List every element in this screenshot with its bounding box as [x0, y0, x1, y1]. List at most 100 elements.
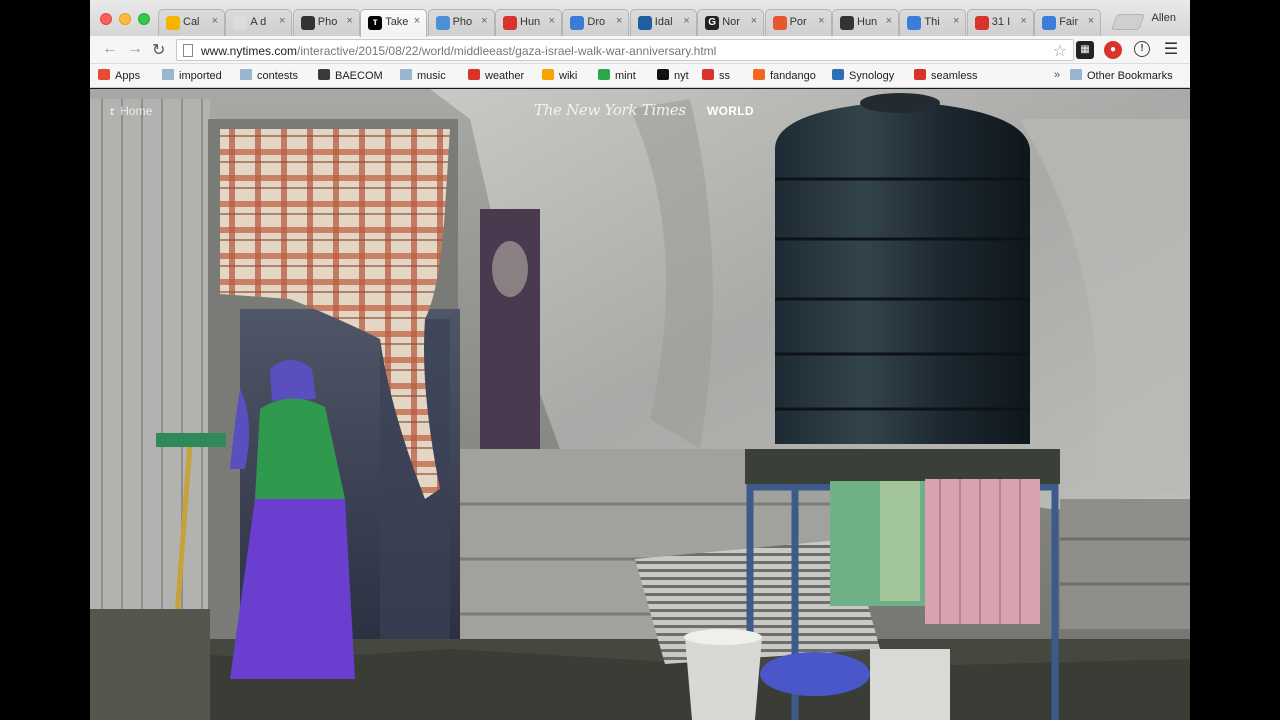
bookmark-apps[interactable]: Apps: [98, 69, 140, 82]
home-link[interactable]: 𝔯 Home: [110, 104, 152, 119]
tab-close-icon[interactable]: ×: [212, 15, 218, 27]
tab-label: Por: [789, 16, 807, 28]
tab-favicon-icon: [166, 16, 180, 30]
tab-close-icon[interactable]: ×: [346, 15, 352, 27]
tab-close-icon[interactable]: ×: [616, 15, 622, 27]
info-icon[interactable]: !: [1134, 41, 1150, 57]
bookmark-wiki[interactable]: wiki: [542, 69, 577, 82]
bookmark-label: nyt: [674, 70, 689, 82]
mint-icon: [598, 69, 610, 80]
tab-label: Pho: [452, 16, 473, 28]
tab-label: 31 I: [991, 16, 1011, 28]
tab[interactable]: Fair ×: [1034, 9, 1102, 36]
bookmark-seamless[interactable]: seamless: [914, 69, 977, 82]
bookmark-label: Apps: [115, 70, 141, 82]
bookmark-ss[interactable]: ss: [702, 69, 730, 82]
tab-favicon-icon: [1042, 16, 1057, 30]
tab-favicon-icon: [300, 16, 315, 30]
tab-close-icon[interactable]: ×: [549, 15, 555, 27]
tab[interactable]: 31 I ×: [966, 9, 1034, 36]
tab-favicon-icon: [233, 16, 248, 30]
tab-favicon-icon: [974, 16, 989, 30]
bookmark-label: Synology: [849, 70, 895, 82]
bookmark-label: weather: [485, 70, 525, 82]
tab-close-icon[interactable]: ×: [886, 15, 892, 27]
close-window-button[interactable]: [100, 13, 112, 25]
tab-favicon-icon: [637, 16, 652, 30]
tab-label: Cal: [183, 16, 200, 28]
bookmark-star-icon[interactable]: ☆: [1053, 41, 1067, 61]
bookmark-mint[interactable]: mint: [598, 69, 636, 82]
tab[interactable]: Pho ×: [292, 9, 360, 36]
bookmark-nyt[interactable]: nyt: [657, 69, 689, 82]
tab-label: Hun: [520, 16, 541, 28]
tab-label: A d: [250, 16, 267, 28]
other-bookmarks[interactable]: Other Bookmarks: [1070, 69, 1173, 82]
section-label[interactable]: WORLD: [707, 104, 754, 118]
tab[interactable]: Idal ×: [629, 9, 697, 36]
tab-close-icon[interactable]: ×: [414, 15, 420, 27]
tab-strip: Cal × A d × Pho × ᴛ Take × Pho × Hun × Dro × Idal × G Nor ×…: [90, 0, 1190, 37]
minimize-window-button[interactable]: [119, 13, 131, 25]
tab[interactable]: Dro ×: [562, 9, 630, 36]
tab-close-icon[interactable]: ×: [683, 15, 689, 27]
tab-close-icon[interactable]: ×: [751, 15, 757, 27]
menu-icon[interactable]: ☰: [1162, 41, 1180, 59]
bookmark-label: BAECOM: [335, 70, 383, 82]
tab[interactable]: Hun ×: [495, 9, 562, 36]
extension-icon[interactable]: ▦: [1076, 41, 1094, 59]
profile-name[interactable]: Allen: [1152, 12, 1176, 24]
tab[interactable]: Thi ×: [899, 9, 967, 36]
tab-favicon-icon: [503, 16, 517, 30]
tab-favicon-icon: [435, 16, 450, 30]
bookmark-weather[interactable]: weather: [468, 69, 524, 82]
tab-label: Take: [385, 16, 409, 28]
url-host: www.nytimes.com: [201, 44, 298, 58]
screen: Cal × A d × Pho × ᴛ Take × Pho × Hun × Dro × Idal × G Nor ×…: [0, 0, 1280, 720]
bookmark-label: ss: [719, 70, 730, 82]
hero-photograph: [90, 89, 1190, 720]
nyt-masthead[interactable]: The New York Times: [534, 101, 686, 119]
tab-close-icon[interactable]: ×: [279, 15, 285, 27]
tab[interactable]: Pho ×: [427, 9, 495, 36]
tab[interactable]: G Nor ×: [697, 9, 765, 36]
tab-close-icon[interactable]: ×: [953, 15, 959, 27]
tab-close-icon[interactable]: ×: [1020, 15, 1026, 27]
tab[interactable]: Hun ×: [832, 9, 899, 36]
fandango-icon: [753, 69, 765, 80]
tab-label: Hun: [857, 16, 878, 28]
address-bar[interactable]: www.nytimes.com/interactive/2015/08/22/w…: [176, 39, 1074, 61]
nyt-icon: [657, 69, 669, 80]
tab-label: Pho: [317, 16, 338, 28]
tab-favicon-icon: [907, 16, 922, 30]
tab-close-icon[interactable]: ×: [818, 15, 824, 27]
bookmark-label: fandango: [770, 70, 816, 82]
bookmark-baecom[interactable]: BAECOM: [318, 69, 383, 82]
nyt-logo-icon: 𝔯: [110, 104, 115, 118]
bookmark-fandango[interactable]: fandango: [753, 69, 816, 82]
forward-button[interactable]: →: [127, 40, 143, 58]
bookmark-music[interactable]: music: [400, 69, 446, 82]
tab[interactable]: Cal ×: [158, 9, 225, 36]
tab[interactable]: Por ×: [764, 9, 832, 36]
browser-window: Cal × A d × Pho × ᴛ Take × Pho × Hun × Dro × Idal × G Nor ×…: [90, 0, 1190, 720]
synology-icon: [832, 69, 844, 80]
other-bookmarks-label: Other Bookmarks: [1087, 70, 1173, 82]
tab-close-icon[interactable]: ×: [1088, 15, 1094, 27]
tab-label: Fair: [1059, 16, 1079, 28]
bookmark-contests[interactable]: contests: [240, 69, 298, 82]
new-tab-button[interactable]: [1111, 14, 1145, 30]
bookmark-imported[interactable]: imported: [162, 69, 222, 82]
url-text[interactable]: www.nytimes.com/interactive/2015/08/22/w…: [201, 44, 716, 58]
back-button[interactable]: ←: [102, 40, 118, 58]
adblock-icon[interactable]: ●: [1104, 41, 1122, 59]
tab[interactable]: ᴛ Take ×: [360, 9, 428, 37]
maximize-window-button[interactable]: [138, 13, 150, 25]
reload-button[interactable]: ↻: [152, 40, 165, 60]
bookmark-synology[interactable]: Synology: [832, 69, 894, 82]
tab-close-icon[interactable]: ×: [481, 15, 487, 27]
bookmarks-overflow-chevron[interactable]: »: [1054, 69, 1060, 81]
bookmark-label: imported: [179, 70, 222, 82]
tab[interactable]: A d ×: [225, 9, 293, 36]
weather-icon: [468, 69, 480, 80]
